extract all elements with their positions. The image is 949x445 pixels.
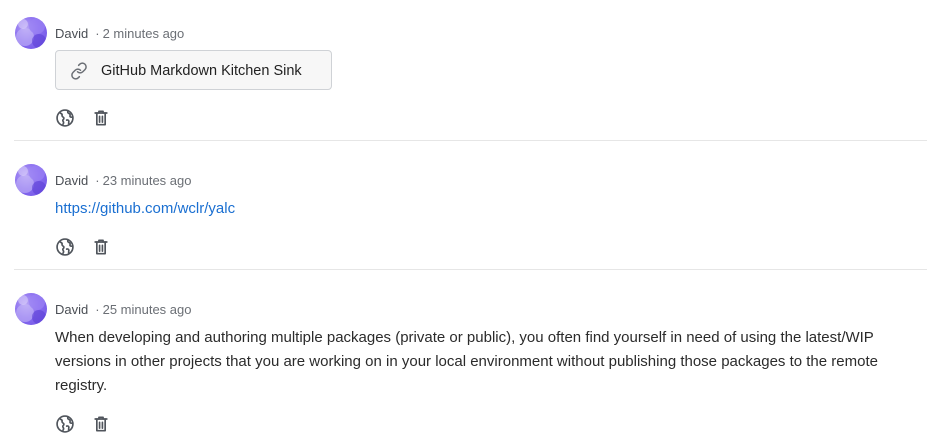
meta-separator: · [95,302,100,317]
author-name[interactable]: David [55,173,88,188]
post-timestamp[interactable]: 2 minutes ago [103,26,185,41]
avatar-pattern-icon [16,294,46,324]
post-meta: David · 2 minutes ago [55,26,184,42]
avatar[interactable] [15,164,47,196]
author-name[interactable]: David [55,26,88,41]
post-timestamp[interactable]: 25 minutes ago [103,302,192,317]
trash-icon[interactable] [91,237,111,257]
post-divider [14,140,927,141]
trash-icon[interactable] [91,108,111,128]
post-timestamp[interactable]: 23 minutes ago [103,173,192,188]
link-card-title: GitHub Markdown Kitchen Sink [101,63,302,79]
post-body-text: When developing and authoring multiple p… [55,329,878,394]
avatar[interactable] [15,17,47,49]
post-meta: David · 25 minutes ago [55,302,192,318]
trash-icon[interactable] [91,414,111,434]
avatar[interactable] [15,293,47,325]
globe-icon[interactable] [55,414,75,434]
post-meta: David · 23 minutes ago [55,173,192,189]
link-preview-card[interactable]: GitHub Markdown Kitchen Sink [55,50,332,90]
avatar-pattern-icon [16,18,46,48]
globe-icon[interactable] [55,108,75,128]
link-icon [70,62,88,80]
post-url-link[interactable]: https://github.com/wclr/yalc [55,199,235,219]
meta-separator: · [95,26,100,41]
post-divider [14,269,927,270]
avatar-pattern-icon [16,165,46,195]
globe-icon[interactable] [55,237,75,257]
meta-separator: · [95,173,100,188]
author-name[interactable]: David [55,302,88,317]
